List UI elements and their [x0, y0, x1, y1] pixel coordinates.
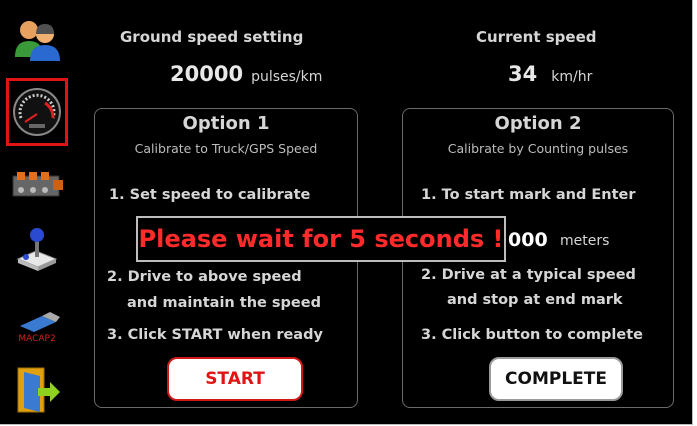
complete-button[interactable]: COMPLETE: [489, 357, 623, 401]
current-speed-label: Current speed: [476, 28, 597, 46]
start-button[interactable]: START: [167, 357, 303, 401]
ground-speed-value[interactable]: 20000: [170, 62, 243, 86]
option2-step2a: 2. Drive at a typical speed: [421, 267, 636, 283]
option1-title: Option 1: [182, 113, 270, 134]
option2-step3: 3. Click button to complete: [421, 327, 643, 343]
sidebar-item-joystick[interactable]: [8, 220, 66, 276]
ground-speed-value-row: 20000 pulses/km: [170, 62, 322, 86]
option1-step2b: and maintain the speed: [127, 295, 321, 311]
option1-step3: 3. Click START when ready: [107, 327, 323, 343]
joystick-icon: [16, 228, 58, 271]
ground-speed-label: Ground speed setting: [120, 28, 304, 46]
option1-step2a: 2. Drive to above speed: [107, 269, 302, 285]
usb-drive-icon: MACAP2: [18, 312, 60, 344]
distance-unit: meters: [560, 233, 610, 249]
sidebar-item-exit[interactable]: [8, 362, 66, 418]
users-icon: [15, 21, 60, 61]
option1-subtitle: Calibrate to Truck/GPS Speed: [134, 141, 318, 156]
speedometer-icon: [13, 88, 61, 136]
usb-drive-label: MACAP2: [18, 334, 55, 344]
ground-speed-unit: pulses/km: [251, 69, 323, 85]
hydraulic-valve-icon: [12, 172, 63, 197]
please-wait-message: Please wait for 5 seconds !: [136, 216, 506, 262]
option2-step2b: and stop at end mark: [447, 292, 623, 308]
current-speed-value-row: 34 km/hr: [508, 62, 592, 86]
sidebar-item-speedometer[interactable]: [6, 78, 68, 146]
exit-door-icon: [17, 367, 60, 413]
option2-step1: 1. To start mark and Enter: [421, 187, 636, 203]
distance-input[interactable]: 000: [508, 229, 548, 251]
option2-subtitle: Calibrate by Counting pulses: [447, 141, 629, 156]
sidebar-item-usb[interactable]: MACAP2: [8, 300, 66, 356]
option1-step1: 1. Set speed to calibrate: [109, 187, 311, 203]
sidebar-item-users[interactable]: [8, 12, 66, 68]
current-speed-unit: km/hr: [551, 69, 593, 85]
option2-title: Option 2: [494, 113, 582, 134]
sidebar: MACAP2: [0, 0, 80, 424]
screen: MACAP2 Ground speed setting 20000 pulses/…: [0, 0, 693, 425]
sidebar-item-valves[interactable]: [8, 156, 66, 212]
current-speed-value: 34: [508, 62, 538, 86]
